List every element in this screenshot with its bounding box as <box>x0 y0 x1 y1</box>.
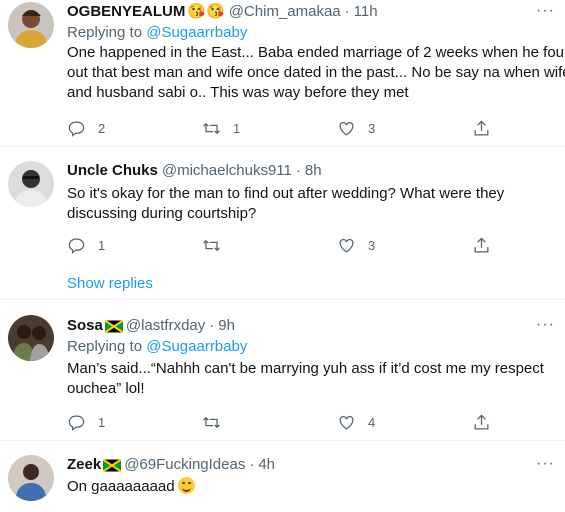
tweet-text-line: On gaaaaaaaad <box>67 478 175 495</box>
display-name[interactable]: OGBENYEALUM <box>67 2 185 22</box>
reply-count: 2 <box>98 121 106 136</box>
like-icon <box>339 121 354 136</box>
replying-to-label: Replying to <box>67 24 143 41</box>
share-button[interactable] <box>472 413 491 432</box>
handle[interactable]: @lastfrxday <box>126 316 205 336</box>
reply-button[interactable]: 1 <box>67 236 105 255</box>
like-icon <box>339 415 354 430</box>
retweet-count: 1 <box>233 121 241 136</box>
like-count: 3 <box>368 121 376 136</box>
reply-icon <box>68 121 85 137</box>
replying-to-link[interactable]: @Sugaarrbaby <box>146 338 247 355</box>
share-icon <box>474 414 489 430</box>
replying-to: Replying to @Sugaarrbaby <box>67 23 557 43</box>
separator-dot: · <box>295 162 301 179</box>
tweet-text-line: So it's okay for the man to find out aft… <box>67 185 505 202</box>
display-name[interactable]: Zeek <box>67 455 101 475</box>
like-button[interactable]: 3 <box>337 119 375 138</box>
tweet-text-line: out that best man and wife once dated in… <box>67 64 565 81</box>
reply-icon <box>68 415 85 431</box>
retweet-button[interactable] <box>202 413 221 432</box>
timestamp[interactable]: 9h <box>218 316 235 336</box>
tweet-ogbenyealum[interactable]: OGBENYEALUM 😘😘 @Chim_amakaa · 11h Replyi… <box>0 0 565 147</box>
separator-dot: · <box>344 3 350 20</box>
reply-icon <box>68 238 85 254</box>
tweet-text: So it's okay for the man to find out aft… <box>67 184 557 224</box>
tweet-actions: 1 3 <box>67 236 497 256</box>
retweet-icon <box>203 416 220 429</box>
tweet-uncle-chuks[interactable]: Uncle Chuks @michaelchuks911 · 8h So it'… <box>0 147 565 300</box>
tweet-header: Sosa @lastfrxday · 9h <box>67 316 557 336</box>
avatar[interactable] <box>8 315 54 361</box>
replying-to-link[interactable]: @Sugaarrbaby <box>146 24 247 41</box>
like-count: 3 <box>368 238 376 253</box>
like-button[interactable]: 3 <box>337 236 375 255</box>
avatar[interactable] <box>8 161 54 207</box>
more-icon[interactable]: ··· <box>536 2 555 20</box>
separator-dot: · <box>249 456 255 473</box>
tweet-text-line: discussing during courtship? <box>67 205 257 222</box>
share-icon <box>474 120 489 136</box>
reply-count: 1 <box>98 415 106 430</box>
like-icon <box>339 238 354 253</box>
tweet-text-line: ouchea” lol! <box>67 380 145 397</box>
retweet-icon <box>203 239 220 252</box>
retweet-button[interactable] <box>202 236 221 255</box>
jamaica-flag-icon <box>104 319 123 333</box>
avatar[interactable] <box>8 2 54 48</box>
tweet-text-line: Man’s said...“Nahhh can't be marrying yu… <box>67 360 544 377</box>
tweet-sosa[interactable]: Sosa @lastfrxday · 9h Replying to @Sugaa… <box>0 300 565 441</box>
tweet-text: On gaaaaaaaad <box>67 477 557 497</box>
show-replies-link[interactable]: Show replies <box>67 275 153 292</box>
retweet-icon <box>203 122 220 135</box>
tweet-actions: 2 1 3 <box>67 119 497 139</box>
tweet-text: Man’s said...“Nahhh can't be marrying yu… <box>67 359 557 399</box>
display-name[interactable]: Sosa <box>67 316 103 336</box>
handle[interactable]: @michaelchuks911 <box>162 161 292 181</box>
timestamp[interactable]: 4h <box>258 455 275 475</box>
tweet-text-line: One happened in the East... Baba ended m… <box>67 44 565 61</box>
more-icon[interactable]: ··· <box>536 316 555 334</box>
like-button[interactable]: 4 <box>337 413 375 432</box>
tweet-text: One happened in the East... Baba ended m… <box>67 43 565 103</box>
tweet-header: Uncle Chuks @michaelchuks911 · 8h <box>67 161 557 181</box>
retweet-button[interactable]: 1 <box>202 119 240 138</box>
avatar[interactable] <box>8 455 54 501</box>
name-emoji: 😘😘 <box>187 3 225 20</box>
tweet-actions: 1 4 <box>67 413 497 433</box>
handle[interactable]: @69FuckingIdeas <box>124 455 245 475</box>
tweet-zeek[interactable]: Zeek @69FuckingIdeas · 4h On gaaaaaaaad … <box>0 441 565 512</box>
reply-button[interactable]: 2 <box>67 119 105 138</box>
reply-count: 1 <box>98 238 106 253</box>
separator-dot: · <box>209 317 215 334</box>
tweet-text-line: and husband sabi o.. This was way before… <box>67 84 409 101</box>
tweet-header: Zeek @69FuckingIdeas · 4h <box>67 455 557 475</box>
handle[interactable]: @Chim_amakaa <box>229 2 341 22</box>
replying-to-label: Replying to <box>67 338 143 355</box>
replying-to: Replying to @Sugaarrbaby <box>67 337 557 357</box>
timestamp[interactable]: 8h <box>305 161 322 181</box>
like-count: 4 <box>368 415 376 430</box>
tweet-header: OGBENYEALUM 😘😘 @Chim_amakaa · 11h <box>67 2 557 22</box>
grinning-sweat-emoji-icon <box>177 477 195 494</box>
display-name[interactable]: Uncle Chuks <box>67 161 158 181</box>
more-icon[interactable]: ··· <box>536 455 555 473</box>
share-button[interactable] <box>472 119 491 138</box>
share-icon <box>474 237 489 253</box>
share-button[interactable] <box>472 236 491 255</box>
timestamp[interactable]: 11h <box>354 2 378 22</box>
jamaica-flag-icon <box>103 458 122 472</box>
reply-button[interactable]: 1 <box>67 413 105 432</box>
